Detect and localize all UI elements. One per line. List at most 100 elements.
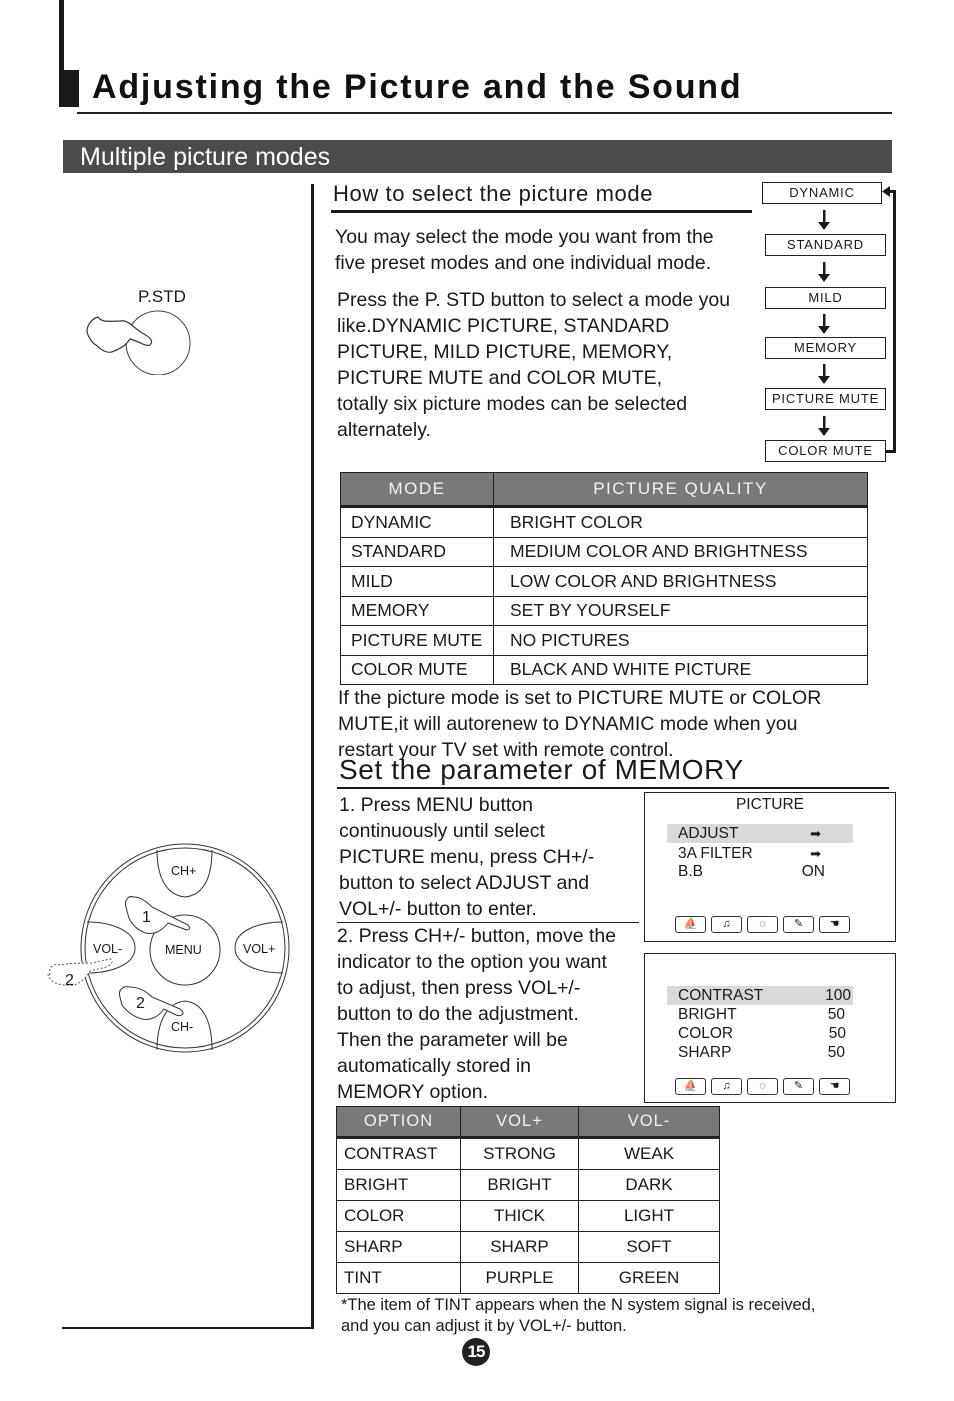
step-line: to adjust, then press VOL+/-: [337, 977, 581, 999]
osd-item-sharp: SHARP 50: [667, 1043, 853, 1062]
instruction-line: alternately.: [337, 419, 431, 441]
quality-cell: SET BY YOURSELF: [493, 595, 868, 626]
vol-up-cell: STRONG: [460, 1137, 579, 1170]
pstd-label: P.STD: [138, 287, 186, 306]
step-1: 1. Press MENU button continuously until …: [339, 792, 594, 922]
header-mode: MODE: [340, 472, 494, 508]
bottom-rule: [62, 1327, 314, 1329]
loop-line-vertical: [893, 191, 896, 452]
instruction-line: Press the P. STD button to select a mode…: [337, 289, 731, 311]
right-arrow-icon: ➡: [810, 846, 821, 861]
select-mode-rule: [331, 210, 752, 213]
sound-icon: ♫: [711, 1078, 742, 1095]
table-row: STANDARD MEDIUM COLOR AND BRIGHTNESS: [340, 536, 868, 567]
osd-item-contrast: CONTRAST 100: [667, 986, 853, 1005]
step-line: continuously until select: [339, 820, 545, 842]
osd-item-label: BRIGHT: [678, 1006, 737, 1023]
remote-vol-down: VOL-: [93, 942, 123, 956]
header-bar-block: [59, 70, 79, 107]
option-cell: CONTRAST: [336, 1137, 461, 1170]
vol-down-cell: DARK: [578, 1169, 720, 1201]
mode-box-dynamic: DYNAMIC: [762, 182, 882, 204]
section-title: Multiple picture modes: [80, 143, 331, 171]
osd-adjust-menu: CONTRAST 100 BRIGHT 50 COLOR 50 SHARP 50…: [644, 953, 896, 1103]
mode-cell: STANDARD: [340, 536, 494, 567]
osd-item-label: COLOR: [678, 1025, 734, 1042]
pstd-button-icon: [125, 310, 191, 375]
osd-item-label: ADJUST: [678, 825, 739, 842]
tint-footnote: *The item of TINT appears when the N sys…: [341, 1295, 815, 1337]
osd-picture-menu: PICTURE ADJUST ➡ 3A FILTER ➡ B.B ON ⛵ ♫ …: [644, 792, 896, 942]
quality-cell: MEDIUM COLOR AND BRIGHTNESS: [493, 536, 868, 567]
page-title: Adjusting the Picture and the Sound: [92, 68, 743, 106]
setup-icon: ✎: [783, 1078, 814, 1095]
vol-down-cell: WEAK: [578, 1137, 720, 1170]
quality-cell: NO PICTURES: [493, 625, 868, 656]
table-row: SHARP SHARP SOFT: [336, 1231, 720, 1263]
mode-cell: MILD: [340, 566, 494, 597]
table-row: PICTURE MUTE NO PICTURES: [340, 625, 868, 656]
step-line: button to select ADJUST and: [339, 872, 590, 894]
step-line: automatically stored in: [337, 1055, 532, 1077]
picture-icon: ⛵: [675, 1078, 706, 1095]
instruction-line: PICTURE, MILD PICTURE, MEMORY,: [337, 341, 673, 363]
step-line: indicator to the option you want: [337, 951, 607, 973]
step-2: 2. Press CH+/- button, move the indicato…: [337, 923, 616, 1105]
loop-arrow-icon: [882, 186, 890, 197]
quality-cell: BLACK AND WHITE PICTURE: [493, 654, 868, 685]
mode-cell: COLOR MUTE: [340, 654, 494, 685]
loop-line-bottom: [886, 450, 896, 453]
step-line: 1. Press MENU button: [339, 794, 533, 816]
down-arrow-icon: [818, 416, 830, 436]
osd-item-value: 50: [827, 1006, 845, 1023]
table-row: CONTRAST STRONG WEAK: [336, 1137, 720, 1170]
intro-line: You may select the mode you want from th…: [335, 226, 714, 248]
table-row: MEMORY SET BY YOURSELF: [340, 595, 868, 626]
mode-box-standard: STANDARD: [765, 234, 886, 256]
mode-cell: DYNAMIC: [340, 506, 494, 538]
mode-table-header: MODE PICTURE QUALITY: [340, 472, 868, 508]
table-row: MILD LOW COLOR AND BRIGHTNESS: [340, 566, 868, 597]
vol-up-cell: BRIGHT: [460, 1169, 579, 1201]
osd-item-color: COLOR 50: [667, 1024, 853, 1043]
down-arrow-icon: [818, 210, 830, 230]
step-line: MEMORY option.: [337, 1081, 489, 1103]
osd-item-label: 3A FILTER: [678, 845, 753, 862]
instruction-line: totally six picture modes can be selecte…: [337, 393, 688, 415]
note-line: If the picture mode is set to PICTURE MU…: [338, 687, 822, 709]
vol-up-cell: THICK: [460, 1200, 579, 1232]
vol-up-cell: SHARP: [460, 1231, 579, 1263]
osd-icon-bar: ⛵ ♫ ◌ ✎ ☚: [675, 916, 850, 933]
pointing-hand-icon: [86, 316, 153, 353]
timer-icon: ◌: [747, 1078, 778, 1095]
column-divider: [311, 184, 314, 1329]
footnote-line: and you can adjust it by VOL+/- button.: [341, 1317, 627, 1335]
step-line: PICTURE menu, press CH+/-: [339, 846, 595, 868]
osd-item-value: 50: [828, 1025, 846, 1042]
option-table: OPTION VOL+ VOL- CONTRAST STRONG WEAK BRIG…: [336, 1106, 720, 1294]
mode-box-mild: MILD: [765, 287, 886, 309]
table-row: COLOR THICK LIGHT: [336, 1200, 720, 1232]
step-line: button to do the adjustment.: [337, 1003, 579, 1025]
note-line: MUTE,it will autorenew to DYNAMIC mode w…: [338, 713, 798, 735]
table-row: TINT PURPLE GREEN: [336, 1262, 720, 1294]
option-table-header: OPTION VOL+ VOL-: [336, 1106, 720, 1139]
vol-down-cell: SOFT: [578, 1231, 720, 1263]
step-line: 2. Press CH+/- button, move the: [337, 925, 617, 947]
down-arrow-icon: [818, 262, 830, 282]
option-cell: BRIGHT: [336, 1169, 461, 1201]
osd-item-bb: B.B ON: [667, 862, 853, 881]
vol-down-cell: LIGHT: [578, 1200, 720, 1232]
step-line: VOL+/- button to enter.: [339, 898, 537, 920]
vol-up-cell: PURPLE: [460, 1262, 579, 1294]
right-arrow-icon: ➡: [810, 826, 821, 841]
osd-item-value: 100: [825, 987, 851, 1004]
osd-item-adjust: ADJUST ➡: [667, 824, 853, 843]
header-option: OPTION: [336, 1106, 461, 1139]
intro-line: five preset modes and one individual mod…: [335, 252, 712, 274]
picture-icon: ⛵: [675, 916, 706, 933]
down-arrow-icon: [818, 314, 830, 334]
osd-item-value: ON: [801, 863, 825, 880]
instruction-line: PICTURE MUTE and COLOR MUTE,: [337, 367, 663, 389]
mode-cell: MEMORY: [340, 595, 494, 626]
